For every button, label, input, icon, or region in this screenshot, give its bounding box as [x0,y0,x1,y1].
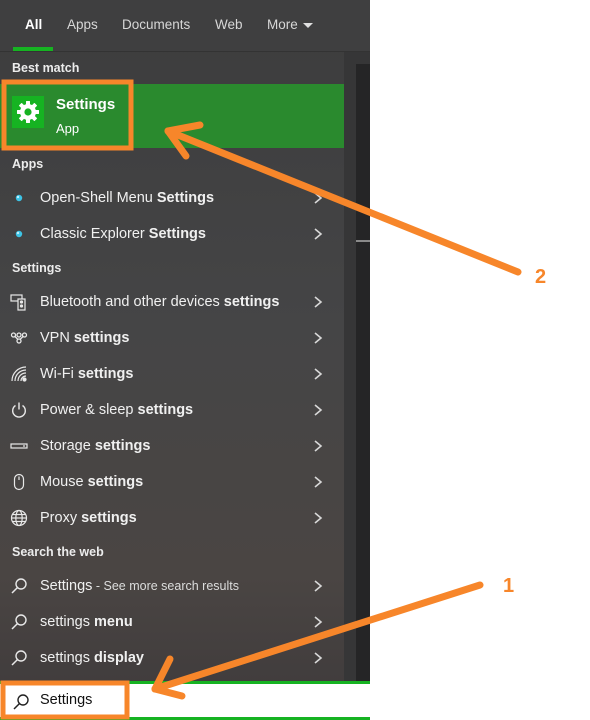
chevron-right-icon[interactable] [313,649,323,667]
label-text: Mouse [40,474,88,490]
chevron-right-icon[interactable] [313,293,323,311]
app-result[interactable]: Classic Explorer Settings [0,216,344,252]
settings-result[interactable]: Mouse settings [0,464,344,500]
search-icon [12,693,30,711]
web-result[interactable]: settings display [0,640,344,676]
settings-result-label: Mouse settings [40,474,143,490]
tab-all[interactable]: All [25,17,42,32]
label-text: Bluetooth and other devices [40,294,224,310]
tab-more-label: More [267,17,298,32]
section-settings: Settings [12,261,62,275]
section-best-match: Best match [12,61,80,75]
active-tab-indicator [13,47,53,51]
label-text: Wi-Fi [40,366,78,382]
app-result-label: Open-Shell Menu Settings [40,190,214,206]
tab-documents[interactable]: Documents [122,17,190,32]
section-search-web: Search the web [12,545,104,559]
web-result[interactable]: settings menu [0,604,344,640]
open-shell-icon [10,225,28,243]
filter-tab-bar: All Apps Documents Web More [0,0,370,52]
settings-result[interactable]: VPN settings [0,320,344,356]
label-match-text: settings [77,366,134,382]
tab-more[interactable]: More [267,17,313,32]
preview-pane [356,64,370,681]
chevron-right-icon[interactable] [313,577,323,595]
best-match-title: Settings [56,96,116,113]
web-result-label: settings display [40,650,144,666]
settings-result[interactable]: Proxy settings [0,500,344,536]
label-suffix: - See more search results [92,579,239,593]
settings-result-label: Wi-Fi settings [40,366,133,382]
label-text: settings [40,650,94,666]
best-match-result[interactable] [0,84,344,148]
label-text: VPN [40,330,74,346]
label-text: settings [40,614,94,630]
tab-web[interactable]: Web [215,17,243,32]
best-match-subtitle: App [56,121,80,136]
section-apps: Apps [12,157,44,171]
label-match-text: menu [94,614,133,630]
divider [356,240,370,242]
caret-down-icon [302,22,313,28]
label-text: Classic Explorer [40,226,149,242]
label-match-text: settings [94,438,151,454]
web-result[interactable]: Settings - See more search results [0,568,344,604]
settings-result-label: Power & sleep settings [40,402,193,418]
open-shell-icon [10,189,28,207]
label-match-text: settings [73,330,130,346]
settings-result[interactable]: Bluetooth and other devices settings [0,284,344,320]
label-text: Settings [40,578,93,594]
annotation-number-1: 1 [503,575,515,597]
search-icon [10,577,28,595]
label-text: Open-Shell Menu [40,190,157,206]
settings-result-label: Bluetooth and other devices settings [40,294,279,310]
search-input[interactable]: Settings [40,692,92,708]
settings-result[interactable]: Wi-Fi settings [0,356,344,392]
search-icon [10,613,28,631]
chevron-right-icon[interactable] [313,509,323,527]
web-result-label: settings menu [40,614,133,630]
chevron-right-icon[interactable] [313,225,323,243]
vpn-icon [10,329,28,347]
search-box[interactable]: Settings [0,681,370,720]
settings-result-label: Storage settings [40,438,150,454]
globe-icon [10,509,28,527]
label-match-text: display [94,650,144,666]
label-match-text: Settings [156,190,215,206]
storage-icon [10,437,28,455]
settings-result[interactable]: Storage settings [0,428,344,464]
chevron-right-icon[interactable] [313,329,323,347]
chevron-right-icon[interactable] [313,401,323,419]
label-text: Power & sleep [40,402,138,418]
annotation-number-2: 2 [535,266,547,288]
bluetooth-devices-icon [10,293,28,311]
settings-result[interactable]: Power & sleep settings [0,392,344,428]
chevron-right-icon[interactable] [313,189,323,207]
chevron-right-icon[interactable] [313,473,323,491]
settings-result-label: VPN settings [40,330,129,346]
label-text: Storage [40,438,95,454]
chevron-right-icon[interactable] [313,365,323,383]
label-text: Proxy [40,510,82,526]
web-result-label: Settings - See more search results [40,578,239,594]
tab-apps[interactable]: Apps [67,17,98,32]
label-match-text: settings [87,474,144,490]
label-match-text: Settings [148,226,206,242]
label-match-text: settings [223,294,280,310]
chevron-right-icon[interactable] [313,613,323,631]
gear-icon [12,96,44,128]
settings-result-label: Proxy settings [40,510,137,526]
label-match-text: settings [137,402,194,418]
power-icon [10,401,28,419]
chevron-right-icon[interactable] [313,437,323,455]
label-match-text: settings [81,510,137,526]
search-icon [10,649,28,667]
wifi-icon [10,365,28,383]
mouse-icon [10,473,28,491]
app-result[interactable]: Open-Shell Menu Settings [0,180,344,216]
app-result-label: Classic Explorer Settings [40,226,206,242]
